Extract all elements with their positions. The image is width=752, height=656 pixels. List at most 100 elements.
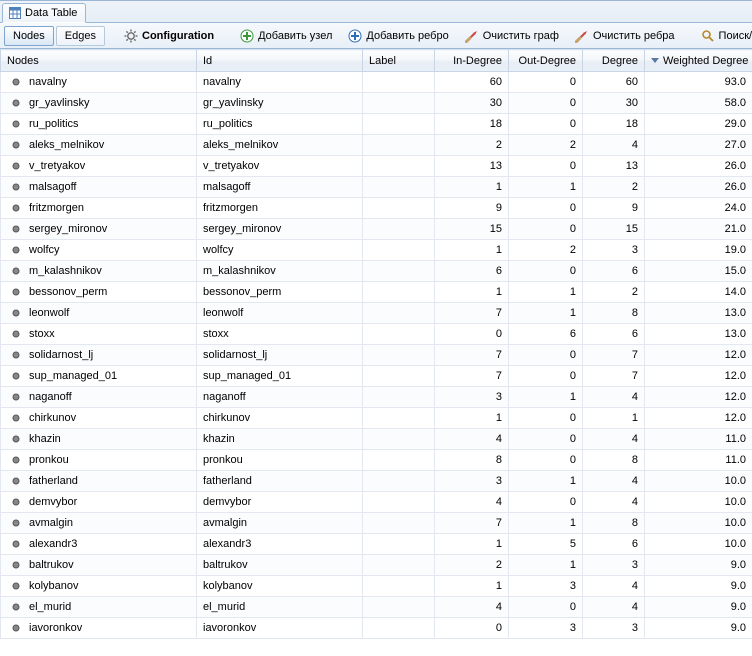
cell-weighted-degree: 26.0: [645, 156, 752, 177]
table-row[interactable]: el_muridel_murid4049.0: [1, 597, 752, 618]
cell-weighted-degree: 9.0: [645, 555, 752, 576]
col-header-in-degree[interactable]: In-Degree: [435, 50, 509, 72]
clear-edges-button[interactable]: Очистить ребра: [568, 26, 682, 46]
cell-nodes: el_murid: [1, 597, 197, 618]
search-replace-label: Поиск/Замена: [719, 30, 752, 42]
cell-label: [363, 429, 435, 450]
cell-weighted-degree: 27.0: [645, 135, 752, 156]
cell-degree: 13: [583, 156, 645, 177]
cell-in-degree: 6: [435, 261, 509, 282]
col-header-nodes[interactable]: Nodes: [1, 50, 197, 72]
table-row[interactable]: malsagoffmalsagoff11226.0: [1, 177, 752, 198]
table-row[interactable]: avmalginavmalgin71810.0: [1, 513, 752, 534]
cell-out-degree: 1: [509, 555, 583, 576]
table-row[interactable]: khazinkhazin40411.0: [1, 429, 752, 450]
table-row[interactable]: bessonov_permbessonov_perm11214.0: [1, 282, 752, 303]
table-container: Nodes Id Label In-Degree Out-Degree Degr…: [0, 49, 752, 656]
cell-id: naganoff: [197, 387, 363, 408]
cell-out-degree: 6: [509, 324, 583, 345]
cell-label: [363, 618, 435, 639]
cell-in-degree: 1: [435, 408, 509, 429]
cell-degree: 6: [583, 261, 645, 282]
tab-label: Data Table: [25, 7, 77, 19]
cell-degree: 4: [583, 597, 645, 618]
node-icon: [11, 266, 21, 276]
table-row[interactable]: gr_yavlinskygr_yavlinsky3003058.0: [1, 93, 752, 114]
table-row[interactable]: iavoronkoviavoronkov0339.0: [1, 618, 752, 639]
table-row[interactable]: demvybordemvybor40410.0: [1, 492, 752, 513]
table-row[interactable]: baltrukovbaltrukov2139.0: [1, 555, 752, 576]
table-row[interactable]: stoxxstoxx06613.0: [1, 324, 752, 345]
cell-out-degree: 1: [509, 282, 583, 303]
node-icon: [11, 203, 21, 213]
cell-in-degree: 1: [435, 177, 509, 198]
cell-weighted-degree: 12.0: [645, 345, 752, 366]
tab-data-table[interactable]: Data Table: [2, 3, 86, 23]
add-edge-button[interactable]: Добавить ребро: [341, 26, 455, 46]
table-row[interactable]: wolfcywolfcy12319.0: [1, 240, 752, 261]
cell-label: [363, 513, 435, 534]
node-icon: [11, 392, 21, 402]
table-row[interactable]: v_tretyakovv_tretyakov1301326.0: [1, 156, 752, 177]
cell-degree: 4: [583, 576, 645, 597]
broom-red-icon: [465, 29, 479, 43]
cell-id: avmalgin: [197, 513, 363, 534]
cell-in-degree: 9: [435, 198, 509, 219]
cell-in-degree: 15: [435, 219, 509, 240]
table-row[interactable]: fatherlandfatherland31410.0: [1, 471, 752, 492]
cell-id: sergey_mironov: [197, 219, 363, 240]
cell-nodes: ru_politics: [1, 114, 197, 135]
segment-nodes[interactable]: Nodes: [4, 26, 54, 46]
table-row[interactable]: pronkoupronkou80811.0: [1, 450, 752, 471]
table-row[interactable]: chirkunovchirkunov10112.0: [1, 408, 752, 429]
node-icon: [11, 539, 21, 549]
toolbar: Nodes Edges Configuration Добавить узел …: [0, 23, 752, 49]
table-row[interactable]: alexandr3alexandr315610.0: [1, 534, 752, 555]
add-node-button[interactable]: Добавить узел: [233, 26, 339, 46]
add-edge-label: Добавить ребро: [366, 30, 448, 42]
clear-graph-button[interactable]: Очистить граф: [458, 26, 566, 46]
cell-weighted-degree: 14.0: [645, 282, 752, 303]
col-header-out-degree[interactable]: Out-Degree: [509, 50, 583, 72]
cell-nodes: baltrukov: [1, 555, 197, 576]
col-header-id[interactable]: Id: [197, 50, 363, 72]
col-header-label[interactable]: Label: [363, 50, 435, 72]
cell-degree: 7: [583, 345, 645, 366]
cell-weighted-degree: 10.0: [645, 513, 752, 534]
cell-label: [363, 576, 435, 597]
cell-out-degree: 1: [509, 513, 583, 534]
table-row[interactable]: solidarnost_ljsolidarnost_lj70712.0: [1, 345, 752, 366]
cell-id: wolfcy: [197, 240, 363, 261]
cell-weighted-degree: 12.0: [645, 366, 752, 387]
configuration-button[interactable]: Configuration: [117, 26, 221, 46]
cell-weighted-degree: 13.0: [645, 324, 752, 345]
node-icon: [11, 245, 21, 255]
search-replace-button[interactable]: Поиск/Замена: [694, 26, 752, 46]
cell-in-degree: 7: [435, 303, 509, 324]
table-row[interactable]: kolybanovkolybanov1349.0: [1, 576, 752, 597]
cell-degree: 9: [583, 198, 645, 219]
node-icon: [11, 455, 21, 465]
cell-in-degree: 3: [435, 387, 509, 408]
table-row[interactable]: ru_politicsru_politics1801829.0: [1, 114, 752, 135]
node-icon: [11, 581, 21, 591]
cell-weighted-degree: 93.0: [645, 72, 752, 93]
table-row[interactable]: fritzmorgenfritzmorgen90924.0: [1, 198, 752, 219]
table-row[interactable]: sup_managed_01sup_managed_0170712.0: [1, 366, 752, 387]
table-row[interactable]: aleks_melnikovaleks_melnikov22427.0: [1, 135, 752, 156]
cell-out-degree: 0: [509, 219, 583, 240]
table-row[interactable]: naganoffnaganoff31412.0: [1, 387, 752, 408]
app-window: Data Table Nodes Edges Configuration Доб…: [0, 0, 752, 656]
cell-in-degree: 18: [435, 114, 509, 135]
cell-out-degree: 1: [509, 303, 583, 324]
table-row[interactable]: navalnynavalny6006093.0: [1, 72, 752, 93]
table-row[interactable]: m_kalashnikovm_kalashnikov60615.0: [1, 261, 752, 282]
data-table: Nodes Id Label In-Degree Out-Degree Degr…: [0, 49, 752, 639]
segment-edges[interactable]: Edges: [56, 26, 105, 46]
col-header-degree[interactable]: Degree: [583, 50, 645, 72]
table-row[interactable]: sergey_mironovsergey_mironov1501521.0: [1, 219, 752, 240]
col-header-weighted-degree[interactable]: Weighted Degree: [645, 50, 752, 72]
table-row[interactable]: leonwolfleonwolf71813.0: [1, 303, 752, 324]
node-icon: [11, 560, 21, 570]
cell-id: fritzmorgen: [197, 198, 363, 219]
